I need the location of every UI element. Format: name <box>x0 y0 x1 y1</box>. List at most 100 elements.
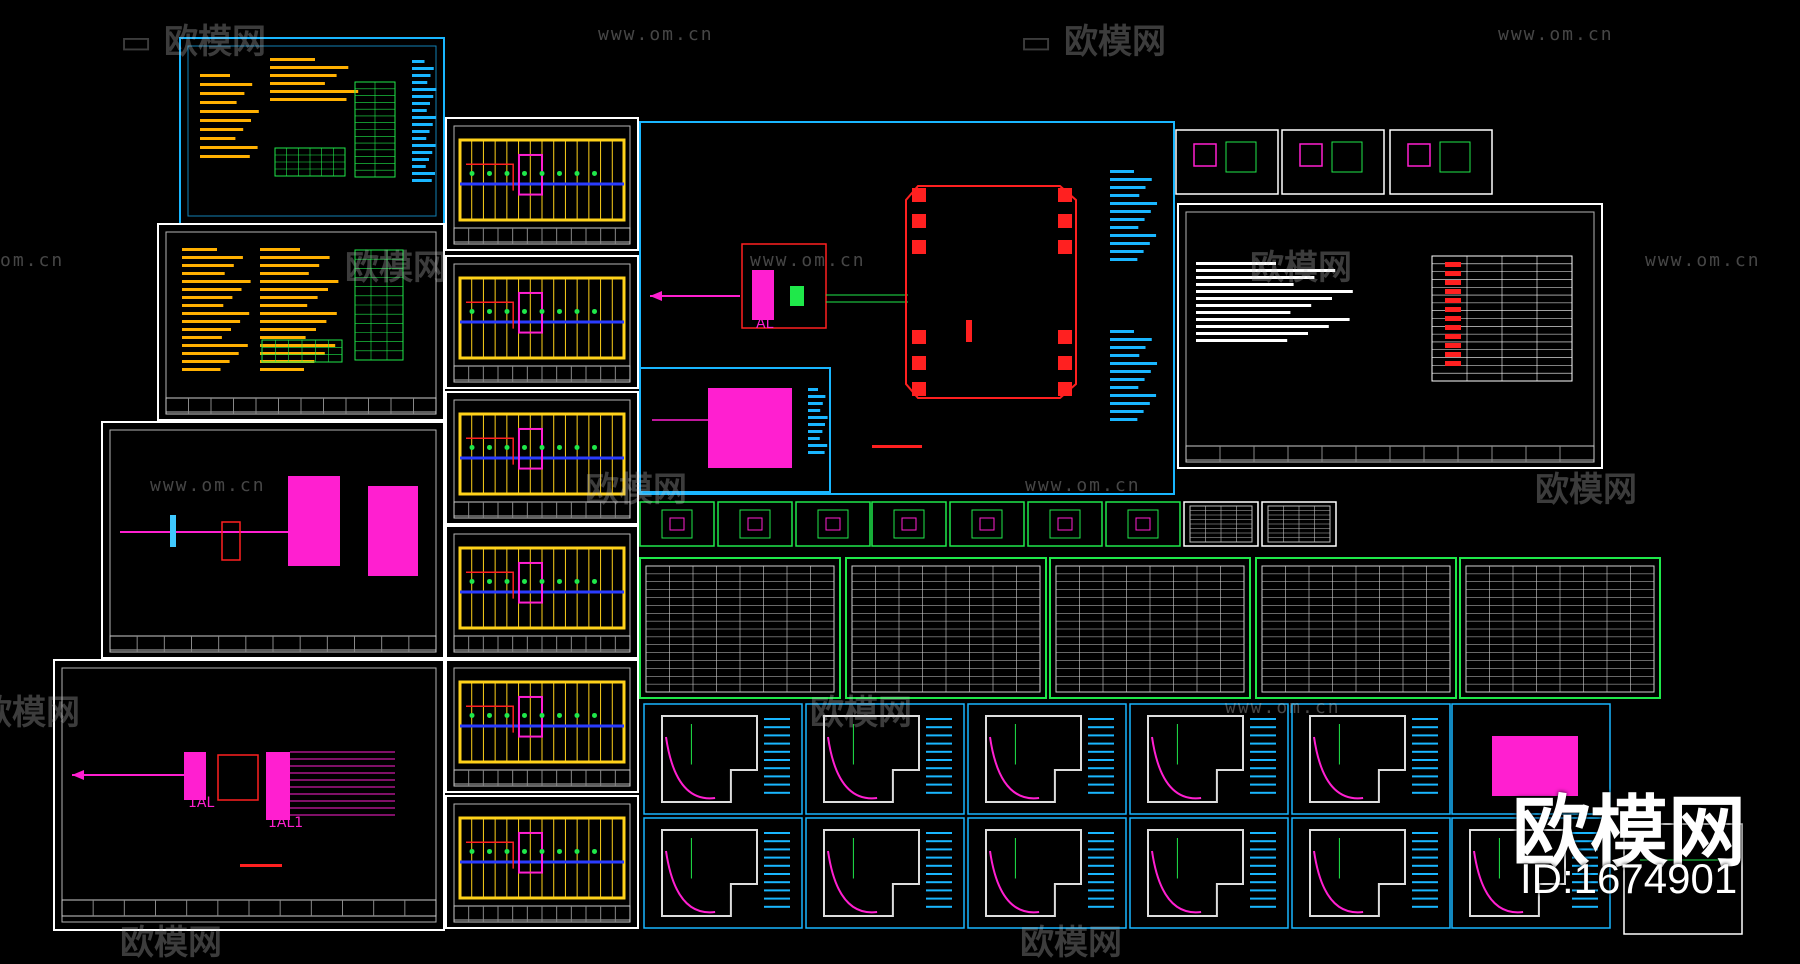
unit-plan-legend-line <box>1572 905 1598 908</box>
unit-plan-legend-line <box>1088 897 1114 900</box>
drawing-caption <box>240 864 282 867</box>
detail-symbol <box>1331 141 1363 173</box>
unit-plan-legend-line <box>1412 726 1438 729</box>
plan-circuit <box>466 571 514 599</box>
plan-fixture <box>504 848 510 854</box>
unit-plan-legend-line <box>1250 897 1276 900</box>
detail-plan <box>971 509 1003 539</box>
watermark-logo: 欧模网 <box>1020 915 1122 964</box>
feeder-arrow <box>72 770 84 780</box>
watermark-logo-icon: ▭ <box>120 22 153 62</box>
text-line <box>412 60 425 63</box>
text-line <box>260 368 304 371</box>
unit-plan-wiring <box>1313 736 1364 800</box>
label-box-1al: 1AL <box>188 795 215 811</box>
text-line <box>1110 338 1152 341</box>
watermark-logo: 欧模网 <box>345 240 447 289</box>
legend-symbol <box>1445 316 1461 321</box>
text-line <box>808 437 820 440</box>
plan-fixture <box>487 170 492 176</box>
text-line <box>200 101 237 104</box>
text-line <box>182 272 225 275</box>
unit-plan-wiring <box>665 736 716 800</box>
unit-plan-legend-line <box>1412 767 1438 770</box>
text-line <box>1110 378 1145 381</box>
plan-fixture <box>539 712 545 718</box>
watermark-logo: 欧模网 <box>810 685 912 734</box>
distribution-box-al-shape <box>752 270 774 320</box>
plan-fixture <box>557 712 562 718</box>
unit-plan-legend-line <box>764 905 790 908</box>
unit-plan-legend-line <box>764 742 790 745</box>
text-line <box>182 264 234 267</box>
panel-schedule <box>368 486 418 576</box>
feeder-arrow <box>650 291 662 301</box>
text-line <box>1110 218 1145 221</box>
watermark-brand: 欧模网 <box>1250 248 1352 288</box>
text-line <box>1110 354 1140 357</box>
sheet-system-diagram-2 <box>53 659 445 931</box>
unit-plan-legend-line <box>764 775 790 778</box>
plan-circuit <box>466 437 514 465</box>
unit-plan-legend-line <box>1250 775 1276 778</box>
text-line <box>412 158 429 161</box>
watermark-logo: 欧模网 <box>1535 462 1637 511</box>
detail-plan <box>739 509 771 539</box>
plan-fixture <box>539 170 545 176</box>
text-line <box>412 179 432 182</box>
plan-fixture <box>539 578 545 584</box>
text-line <box>1196 311 1291 314</box>
text-line <box>412 130 430 133</box>
plan-fixture <box>592 578 597 584</box>
plan-fixture <box>574 848 580 854</box>
watermark-logo: 欧模网 <box>120 915 222 964</box>
sheet-small-detail <box>1027 501 1103 547</box>
plan-fixture <box>592 712 597 718</box>
unit-plan-legend-line <box>1088 840 1114 843</box>
unit-plan-wiring <box>827 850 878 914</box>
unit-plan-legend-line <box>1088 783 1114 786</box>
text-line <box>270 66 349 69</box>
unit-plan-legend-line <box>926 897 952 900</box>
unit-plan-legend-line <box>764 726 790 729</box>
text-line <box>1110 362 1158 365</box>
text-line <box>182 360 230 363</box>
unit-plan-legend-line <box>926 775 952 778</box>
plan-fixture <box>487 848 492 854</box>
floor-distribution-box <box>912 330 926 344</box>
unit-plan-legend-line <box>926 873 952 875</box>
unit-plan-legend-line <box>1088 848 1114 851</box>
sheet-material-list <box>1177 203 1603 469</box>
text-line <box>182 248 217 251</box>
unit-plan-legend-line <box>1250 856 1276 859</box>
detail-symbol <box>1439 141 1471 173</box>
unit-plan-legend-line <box>764 783 790 786</box>
plan-fixture <box>592 308 597 314</box>
text-line <box>200 74 230 77</box>
text-line <box>1110 186 1146 189</box>
detail-core <box>669 517 685 531</box>
plan-fixture <box>522 308 527 314</box>
unit-plan-legend-line <box>1412 832 1438 834</box>
model-id-overlay: ID:1674901 <box>1520 855 1738 902</box>
floor-distribution-box <box>912 382 926 396</box>
text-line <box>260 264 320 267</box>
plan-fixture <box>522 712 527 718</box>
unit-plan-legend-line <box>1412 783 1438 786</box>
text-line <box>270 90 359 93</box>
unit-plan-legend-line <box>764 856 790 859</box>
unit-plan-legend-line <box>764 848 790 851</box>
unit-plan-legend-line <box>926 767 952 770</box>
unit-plan-legend-line <box>1088 775 1114 778</box>
label-box-1al1: 1AL1 <box>268 815 304 831</box>
text-line <box>1196 339 1288 342</box>
text-line <box>412 81 428 84</box>
unit-plan-legend-line <box>926 889 952 892</box>
detail-plan <box>817 509 849 539</box>
text-line <box>260 312 337 315</box>
text-line <box>1110 170 1134 173</box>
plan-fixture <box>469 712 475 718</box>
text-line <box>200 137 236 140</box>
unit-plan-legend-line <box>764 864 790 867</box>
watermark-brand: 欧模网 <box>1535 470 1637 510</box>
